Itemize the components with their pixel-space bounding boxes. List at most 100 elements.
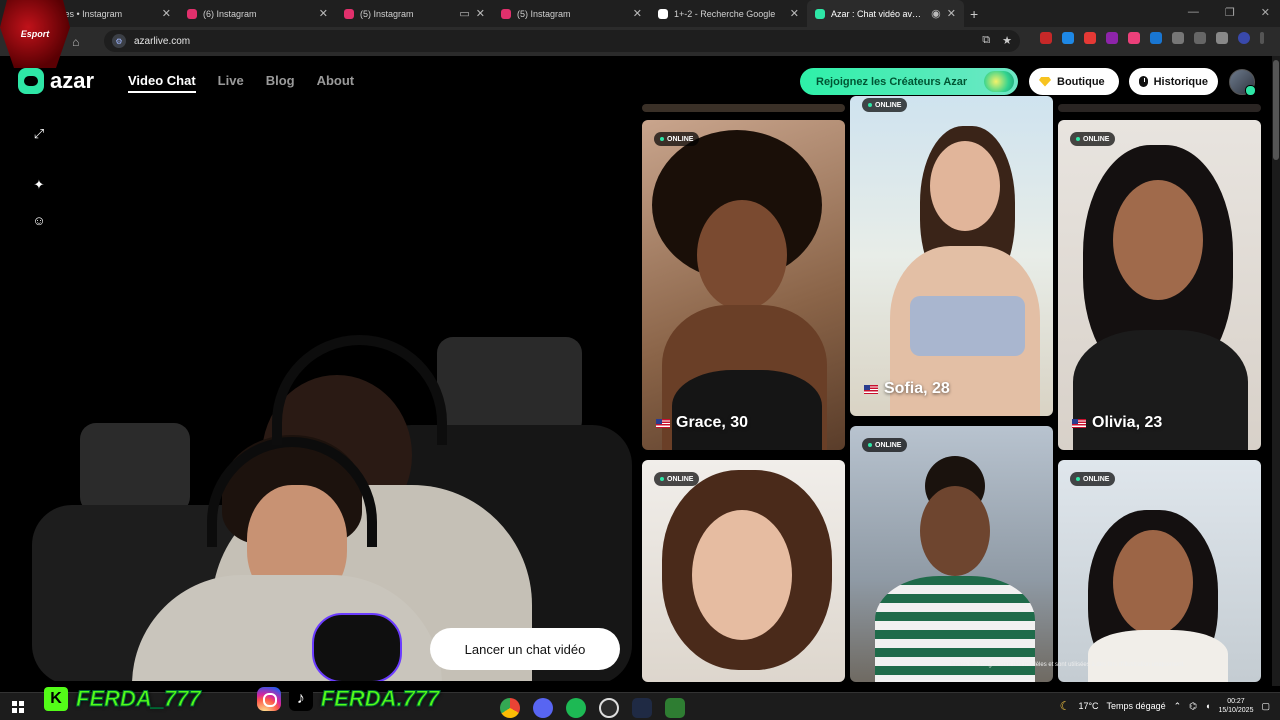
- us-flag-icon: [1072, 418, 1086, 428]
- extension-icon[interactable]: [1084, 32, 1096, 44]
- video-panel: ⤢ ✦ ☺ Lancer un chat vidéo: [12, 105, 632, 681]
- install-app-icon[interactable]: ⧉: [982, 34, 990, 47]
- profile-top: [1088, 630, 1228, 682]
- main-nav: Video Chat Live Blog About: [128, 73, 354, 93]
- extension-icon[interactable]: [1040, 32, 1052, 44]
- notification-icon[interactable]: ▢: [1261, 701, 1270, 712]
- close-icon[interactable]: ✕: [476, 7, 485, 20]
- online-badge: ONLINE: [654, 472, 700, 486]
- nav-video-chat[interactable]: Video Chat: [128, 73, 196, 93]
- browser-tab[interactable]: (5) Instagram ▭ ✕: [336, 0, 493, 27]
- scrollbar-thumb[interactable]: [1273, 60, 1279, 160]
- profile-face: [930, 141, 1000, 231]
- new-tab-button[interactable]: +: [970, 6, 978, 22]
- face-icon[interactable]: ☺: [32, 213, 46, 228]
- browser-tab[interactable]: (6) Instagram ✕: [179, 0, 336, 27]
- online-badge: ONLINE: [862, 98, 908, 112]
- puzzle-icon[interactable]: [1172, 32, 1184, 44]
- site-info-icon[interactable]: ⚙: [112, 34, 126, 48]
- status-label: ONLINE: [875, 441, 902, 449]
- profile-card[interactable]: ONLINE Sofia, 28: [850, 96, 1053, 416]
- tiktok-icon: ♪: [288, 687, 313, 711]
- creators-orb-icon: [984, 71, 1014, 92]
- launch-chat-button[interactable]: Lancer un chat vidéo: [430, 628, 620, 670]
- bookmark-star-icon[interactable]: ★: [1002, 34, 1012, 47]
- extension-icon[interactable]: [1106, 32, 1118, 44]
- instagram-username: FERDA.777: [320, 686, 440, 712]
- status-label: ONLINE: [1083, 135, 1110, 143]
- profile-face: [1113, 530, 1193, 635]
- download-icon[interactable]: [1216, 32, 1228, 44]
- profile-icon[interactable]: [1238, 32, 1250, 44]
- profile-card[interactable]: ONLINE Grace, 30: [642, 120, 845, 450]
- close-icon[interactable]: ✕: [790, 7, 799, 20]
- profile-top: [910, 296, 1025, 356]
- online-badge: ONLINE: [862, 438, 908, 452]
- headphones: [272, 335, 447, 445]
- online-dot-icon: [660, 137, 664, 141]
- network-icon[interactable]: ⌬: [1189, 701, 1197, 712]
- boutique-button[interactable]: Boutique: [1029, 68, 1119, 95]
- extension-icon[interactable]: [1150, 32, 1162, 44]
- gem-icon: [1039, 76, 1051, 87]
- windows-start-icon[interactable]: [12, 701, 24, 713]
- profile-top: [672, 370, 822, 450]
- instagram-icon: [344, 8, 354, 19]
- extension-icon[interactable]: [1062, 32, 1074, 44]
- status-label: ONLINE: [667, 135, 694, 143]
- obs-icon[interactable]: [599, 698, 619, 718]
- profile-card[interactable]: ONLINE: [850, 426, 1053, 682]
- profile-card[interactable]: ONLINE: [642, 460, 845, 682]
- app-icon[interactable]: [632, 698, 652, 718]
- discord-icon[interactable]: [533, 698, 553, 718]
- page-scrollbar[interactable]: [1272, 56, 1280, 686]
- chevron-up-icon[interactable]: ⌃: [1174, 701, 1182, 712]
- microphone: [312, 613, 402, 681]
- azar-logo[interactable]: azar: [18, 68, 94, 94]
- date: 15/10/2025: [1218, 707, 1254, 714]
- address-bar[interactable]: ⚙ azarlive.com ⧉ ★: [104, 30, 1020, 52]
- tab-title: (5) Instagram: [360, 8, 414, 19]
- browser-tab[interactable]: (5) Instagram ✕: [493, 0, 650, 27]
- profile-card[interactable]: ONLINE: [1058, 460, 1261, 682]
- system-tray: ☾ 17°C Temps dégagé ⌃ ⌬ ◖ 00:27 15/10/20…: [1060, 697, 1270, 715]
- minimize-icon[interactable]: —: [1188, 6, 1199, 19]
- tab-title: 1+-2 - Recherche Google: [674, 8, 776, 19]
- volume-icon[interactable]: ◖: [1205, 701, 1210, 711]
- close-icon[interactable]: ✕: [319, 7, 328, 20]
- historique-button[interactable]: Historique: [1129, 68, 1218, 95]
- user-avatar[interactable]: [1229, 69, 1256, 96]
- screen-share-icon[interactable]: ▭: [459, 7, 469, 20]
- menu-icon[interactable]: [1260, 32, 1264, 44]
- browser-tab-active[interactable]: Azar : Chat vidéo avec de n ◉ ✕: [807, 0, 964, 27]
- nav-about[interactable]: About: [317, 73, 355, 93]
- online-dot-icon: [660, 477, 664, 481]
- browser-tab[interactable]: 1+-2 - Recherche Google ✕: [650, 0, 807, 27]
- profile-card-top-strip: [642, 104, 845, 112]
- maximize-icon[interactable]: ❐: [1225, 6, 1235, 19]
- nav-live[interactable]: Live: [218, 73, 244, 93]
- close-icon[interactable]: ✕: [947, 7, 956, 20]
- close-icon[interactable]: ✕: [633, 7, 642, 20]
- profile-card[interactable]: ONLINE Olivia, 23: [1058, 120, 1261, 450]
- expand-icon[interactable]: ⤢: [32, 126, 46, 141]
- recording-icon: ◉: [931, 8, 941, 20]
- extension-icon[interactable]: [1128, 32, 1140, 44]
- window-controls: — ❐ ✕: [1188, 6, 1270, 19]
- browser-tab-bar: Stories • Instagram ✕ (6) Instagram ✕ (5…: [0, 0, 1280, 27]
- home-icon[interactable]: ⌂: [72, 35, 79, 49]
- nav-blog[interactable]: Blog: [266, 73, 295, 93]
- taskbar-clock[interactable]: 00:27 15/10/2025: [1218, 697, 1253, 715]
- app-icon[interactable]: [665, 698, 685, 718]
- profile-face: [697, 200, 787, 310]
- omnibox-actions: ⧉ ★: [982, 34, 1012, 47]
- creators-button[interactable]: Rejoignez les Créateurs Azar: [800, 68, 1018, 95]
- spotify-icon[interactable]: [566, 698, 586, 718]
- profile-caption: Olivia, 23: [1072, 414, 1162, 432]
- chrome-icon[interactable]: [500, 698, 520, 718]
- sidebar-icon[interactable]: [1194, 32, 1206, 44]
- close-window-icon[interactable]: ✕: [1261, 6, 1270, 19]
- sparkle-icon[interactable]: ✦: [32, 177, 46, 192]
- close-icon[interactable]: ✕: [162, 7, 171, 20]
- online-dot-icon: [868, 443, 872, 447]
